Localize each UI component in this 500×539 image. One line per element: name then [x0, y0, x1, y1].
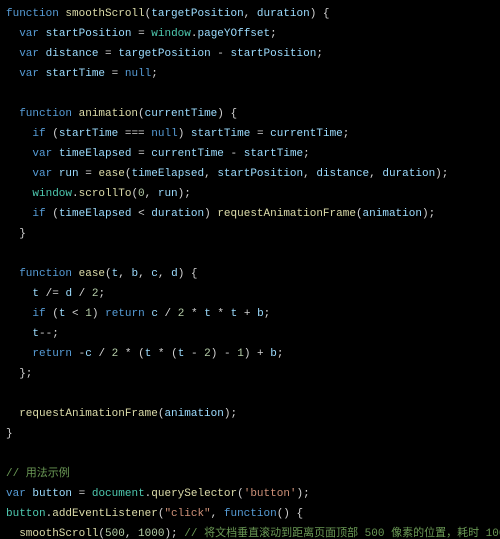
- fn-smoothScroll: smoothScroll: [19, 528, 98, 539]
- code-block: function smoothScroll(targetPosition, du…: [0, 0, 500, 539]
- id: duration: [382, 168, 435, 180]
- id: t: [231, 308, 238, 320]
- kw-return: return: [32, 348, 72, 360]
- kw-var: var: [19, 48, 39, 60]
- id: startPosition: [231, 48, 317, 60]
- id: startTime: [59, 128, 118, 140]
- kw-null: null: [125, 68, 151, 80]
- comment: // 用法示例: [6, 468, 70, 480]
- fn-addEventListener: addEventListener: [52, 508, 158, 520]
- fn-ease: ease: [98, 168, 124, 180]
- id: d: [65, 288, 72, 300]
- comment: // 将文档垂直滚动到距离页面顶部 500 像素的位置，耗时 1000 毫秒: [184, 528, 500, 539]
- id: timeElapsed: [131, 168, 204, 180]
- id: t: [145, 348, 152, 360]
- id: run: [59, 168, 79, 180]
- id: button: [32, 488, 72, 500]
- obj-document: document: [92, 488, 145, 500]
- id: startTime: [244, 148, 303, 160]
- prop: pageYOffset: [198, 28, 271, 40]
- id: t: [204, 308, 211, 320]
- num: 2: [204, 348, 211, 360]
- fn-ease: ease: [79, 268, 105, 280]
- kw-function: function: [19, 108, 72, 120]
- id: c: [85, 348, 92, 360]
- obj-window: window: [151, 28, 191, 40]
- id: currentTime: [270, 128, 343, 140]
- fn-smoothScroll: smoothScroll: [65, 8, 144, 20]
- kw-if: if: [32, 128, 45, 140]
- id: t: [59, 308, 66, 320]
- param: duration: [257, 8, 310, 20]
- id: distance: [316, 168, 369, 180]
- obj-window: window: [32, 188, 72, 200]
- kw-var: var: [32, 148, 52, 160]
- num: 1000: [138, 528, 164, 539]
- id: duration: [151, 208, 204, 220]
- num: 2: [112, 348, 119, 360]
- id: distance: [46, 48, 99, 60]
- fn-animation: animation: [79, 108, 138, 120]
- obj-button: button: [6, 508, 46, 520]
- num: 2: [178, 308, 185, 320]
- kw-function: function: [19, 268, 72, 280]
- id: run: [158, 188, 178, 200]
- kw-var: var: [6, 488, 26, 500]
- id: animation: [164, 408, 223, 420]
- id: timeElapsed: [59, 148, 132, 160]
- kw-function: function: [224, 508, 277, 520]
- fn-querySelector: querySelector: [151, 488, 237, 500]
- param: d: [171, 268, 178, 280]
- id: b: [270, 348, 277, 360]
- kw-return: return: [105, 308, 145, 320]
- kw-if: if: [32, 208, 45, 220]
- fn-raf: requestAnimationFrame: [19, 408, 158, 420]
- id: c: [151, 308, 158, 320]
- kw-var: var: [19, 68, 39, 80]
- id: startPosition: [217, 168, 303, 180]
- num: 0: [138, 188, 145, 200]
- id: t: [178, 348, 185, 360]
- kw-if: if: [32, 308, 45, 320]
- param: targetPosition: [151, 8, 243, 20]
- id: t: [32, 288, 39, 300]
- id: animation: [363, 208, 422, 220]
- param: currentTime: [145, 108, 218, 120]
- fn-scrollTo: scrollTo: [79, 188, 132, 200]
- id: b: [257, 308, 264, 320]
- param: c: [151, 268, 158, 280]
- string: 'button': [244, 488, 297, 500]
- num: 500: [105, 528, 125, 539]
- num: 1: [85, 308, 92, 320]
- kw-var: var: [32, 168, 52, 180]
- id: startTime: [191, 128, 250, 140]
- id: currentTime: [151, 148, 224, 160]
- id: startTime: [46, 68, 105, 80]
- fn-raf: requestAnimationFrame: [217, 208, 356, 220]
- kw-function: function: [6, 8, 59, 20]
- id: timeElapsed: [59, 208, 132, 220]
- kw-var: var: [19, 28, 39, 40]
- id: startPosition: [46, 28, 132, 40]
- kw-null: null: [151, 128, 177, 140]
- num: 1: [237, 348, 244, 360]
- string: "click": [164, 508, 210, 520]
- id: targetPosition: [118, 48, 210, 60]
